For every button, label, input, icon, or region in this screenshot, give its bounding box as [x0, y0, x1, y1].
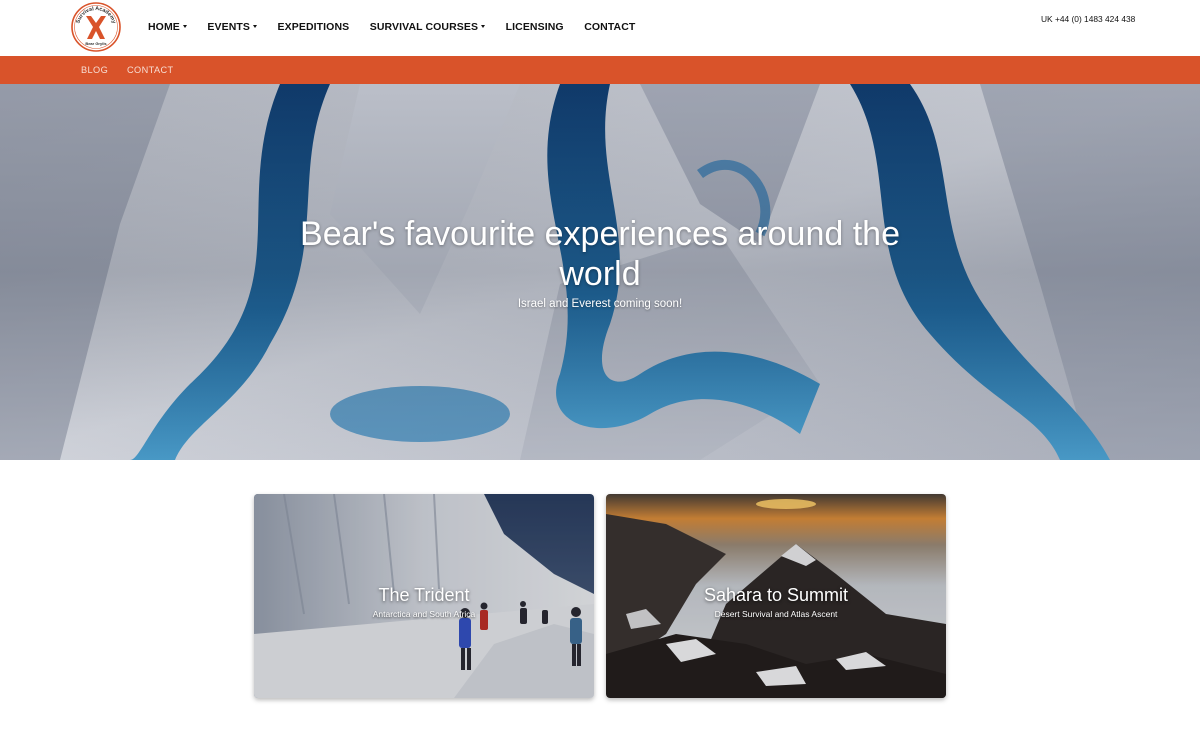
caret-down-icon [182, 24, 187, 28]
caret-down-icon [253, 24, 258, 28]
nav-home[interactable]: HOME [148, 21, 187, 33]
nav-home-label: HOME [148, 21, 180, 33]
nav-expeditions-label: EXPEDITIONS [277, 21, 350, 33]
card-sahara-to-summit[interactable]: Sahara to Summit Desert Survival and Atl… [606, 494, 946, 698]
phone-number[interactable]: UK +44 (0) 1483 424 438 [1041, 14, 1135, 24]
main-nav: HOME EVENTS EXPEDITIONS SURVIVAL COURSES… [148, 0, 656, 54]
nav-licensing-label: LICENSING [505, 21, 564, 33]
subnav-blog[interactable]: BLOG [81, 65, 108, 75]
card-the-trident[interactable]: The Trident Antarctica and South Africa [254, 494, 594, 698]
survival-academy-logo[interactable]: Survival Academy Bear Grylls [71, 2, 121, 52]
caret-down-icon [481, 24, 486, 28]
nav-expeditions[interactable]: EXPEDITIONS [278, 21, 350, 33]
subnav-contact[interactable]: CONTACT [127, 65, 174, 75]
nav-events[interactable]: EVENTS [207, 21, 258, 33]
card-title: Sahara to Summit [703, 585, 849, 605]
nav-licensing[interactable]: LICENSING [506, 21, 564, 33]
hero-banner: Bear's favourite experiences around the … [0, 84, 1200, 460]
nav-contact-label: CONTACT [584, 21, 636, 33]
nav-survival-courses-label: SURVIVAL COURSES [369, 21, 479, 33]
card-subtitle: Antarctica and South Africa [372, 609, 476, 619]
nav-events-label: EVENTS [207, 21, 251, 33]
card-subtitle: Desert Survival and Atlas Ascent [714, 609, 838, 619]
card-title: The Trident [378, 585, 470, 605]
hero-title: Bear's favourite experiences around the … [300, 215, 900, 293]
top-navbar: Survival Academy Bear Grylls HOME EVENTS… [0, 0, 1200, 56]
nav-contact[interactable]: CONTACT [584, 21, 635, 33]
nav-survival-courses[interactable]: SURVIVAL COURSES [369, 21, 486, 33]
svg-text:Bear Grylls: Bear Grylls [85, 41, 107, 46]
secondary-nav: BLOG CONTACT [0, 56, 1200, 84]
hero-subtitle: Israel and Everest coming soon! [517, 298, 683, 310]
